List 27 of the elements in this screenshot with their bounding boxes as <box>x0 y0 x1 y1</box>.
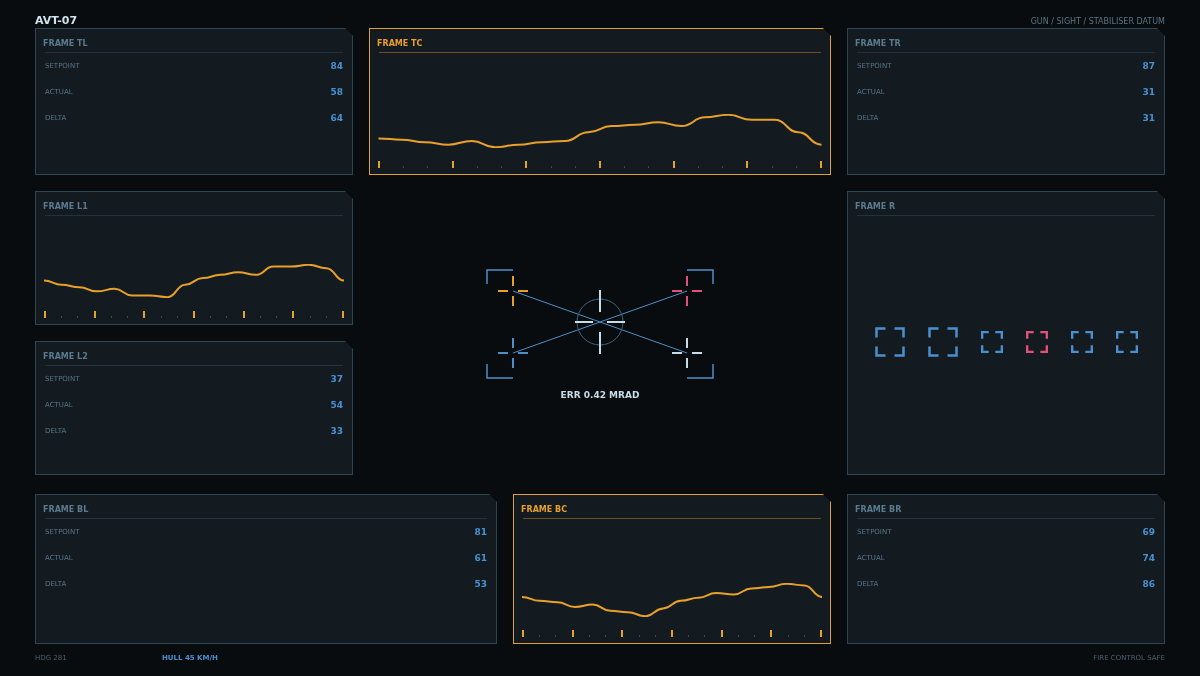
stat-value: 58 <box>330 87 343 97</box>
panel-title: FRAME R <box>855 202 897 211</box>
stat-value: 61 <box>474 553 487 563</box>
datum-caption: GUN / SIGHT / STABILISER DATUM <box>1030 17 1165 28</box>
stat-value: 86 <box>1142 579 1155 589</box>
stat-value: 31 <box>1142 87 1155 97</box>
stat-value: 87 <box>1142 61 1155 71</box>
stat-value: 53 <box>474 579 487 589</box>
stat-value: 69 <box>1142 527 1155 537</box>
stat-value: 74 <box>1142 553 1155 563</box>
panel-title: FRAME TR <box>855 39 902 48</box>
stat-value: 64 <box>330 113 343 123</box>
unit-title: AVT-07 <box>35 15 78 28</box>
stat-value: 54 <box>330 400 343 410</box>
stat-value: 33 <box>330 426 343 436</box>
panel-title: FRAME BC <box>521 505 568 514</box>
panel-title: FRAME TL <box>43 39 89 48</box>
stat-value: 37 <box>330 374 343 384</box>
stat-value: 31 <box>1142 113 1155 123</box>
stat-value: 81 <box>474 527 487 537</box>
panel-title: FRAME BL <box>43 505 90 514</box>
panel-title: FRAME BR <box>855 505 903 514</box>
panel-title: FRAME L2 <box>43 352 89 361</box>
error-readout: ERR 0.42 MRAD <box>560 390 640 400</box>
panel-title: FRAME L1 <box>43 202 89 211</box>
stat-value: 84 <box>330 61 343 71</box>
panel-title: FRAME TC <box>377 39 424 48</box>
